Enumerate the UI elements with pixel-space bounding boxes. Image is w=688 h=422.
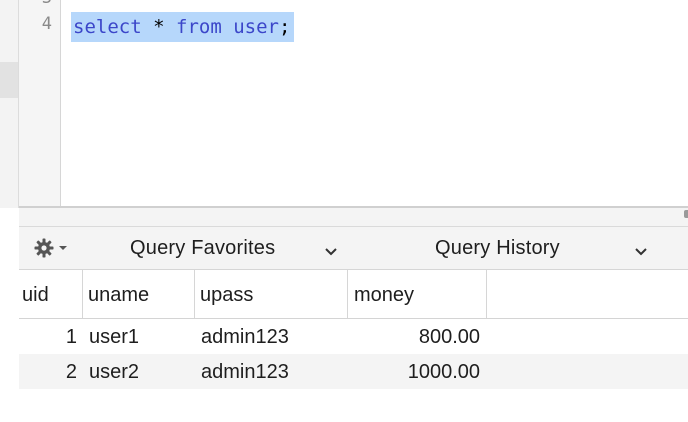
column-header-money[interactable]: money — [348, 270, 487, 318]
caret-down-icon — [58, 244, 68, 252]
wildcard-token: * — [153, 16, 165, 38]
cell-uname[interactable]: user2 — [89, 354, 189, 389]
cell-uid[interactable]: 1 — [19, 319, 77, 354]
query-toolbar: Query Favorites Query History — [19, 227, 688, 270]
semicolon-token: ; — [278, 16, 291, 38]
chevron-down-icon — [324, 240, 338, 263]
query-history-dropdown[interactable]: Query History — [435, 234, 655, 262]
cell-upass[interactable]: admin123 — [201, 354, 341, 389]
selected-query-line[interactable]: select * from user; — [71, 12, 295, 42]
cell-money[interactable]: 800.00 — [348, 319, 480, 354]
keyword-from: from — [176, 16, 222, 38]
table-row[interactable]: 1 user1 admin123 800.00 — [19, 319, 688, 354]
gear-icon — [33, 237, 55, 259]
query-favorites-dropdown[interactable]: Query Favorites — [130, 234, 344, 262]
cell-upass[interactable]: admin123 — [201, 319, 341, 354]
split-view-handle[interactable] — [19, 208, 688, 227]
column-header-uname[interactable]: uname — [83, 270, 195, 318]
settings-menu-button[interactable] — [33, 236, 73, 260]
line-number: 3 — [22, 0, 52, 8]
table-header-row: uid uname upass money — [19, 270, 688, 319]
query-favorites-label: Query Favorites — [130, 236, 276, 259]
line-number-gutter: 3 4 — [19, 0, 61, 208]
cell-uname[interactable]: user1 — [89, 319, 189, 354]
table-name-token: user — [233, 16, 279, 38]
sidebar-selection-marker — [0, 62, 18, 98]
column-header-upass[interactable]: upass — [195, 270, 348, 318]
query-editor[interactable]: select * from user; — [61, 0, 685, 207]
keyword-select: select — [73, 16, 142, 38]
results-table: uid uname upass money 1 user1 admin123 8… — [19, 270, 688, 422]
query-history-label: Query History — [435, 236, 560, 259]
chevron-down-icon — [634, 240, 648, 263]
sql-query-window: 3 4 select * from user; — [0, 0, 688, 422]
column-header-uid[interactable]: uid — [19, 270, 83, 318]
left-sidebar-strip — [0, 0, 19, 208]
cell-uid[interactable]: 2 — [19, 354, 77, 389]
resize-handle[interactable] — [684, 210, 688, 218]
line-number: 4 — [41, 14, 52, 34]
cell-money[interactable]: 1000.00 — [348, 354, 480, 389]
table-row[interactable]: 2 user2 admin123 1000.00 — [19, 354, 688, 389]
